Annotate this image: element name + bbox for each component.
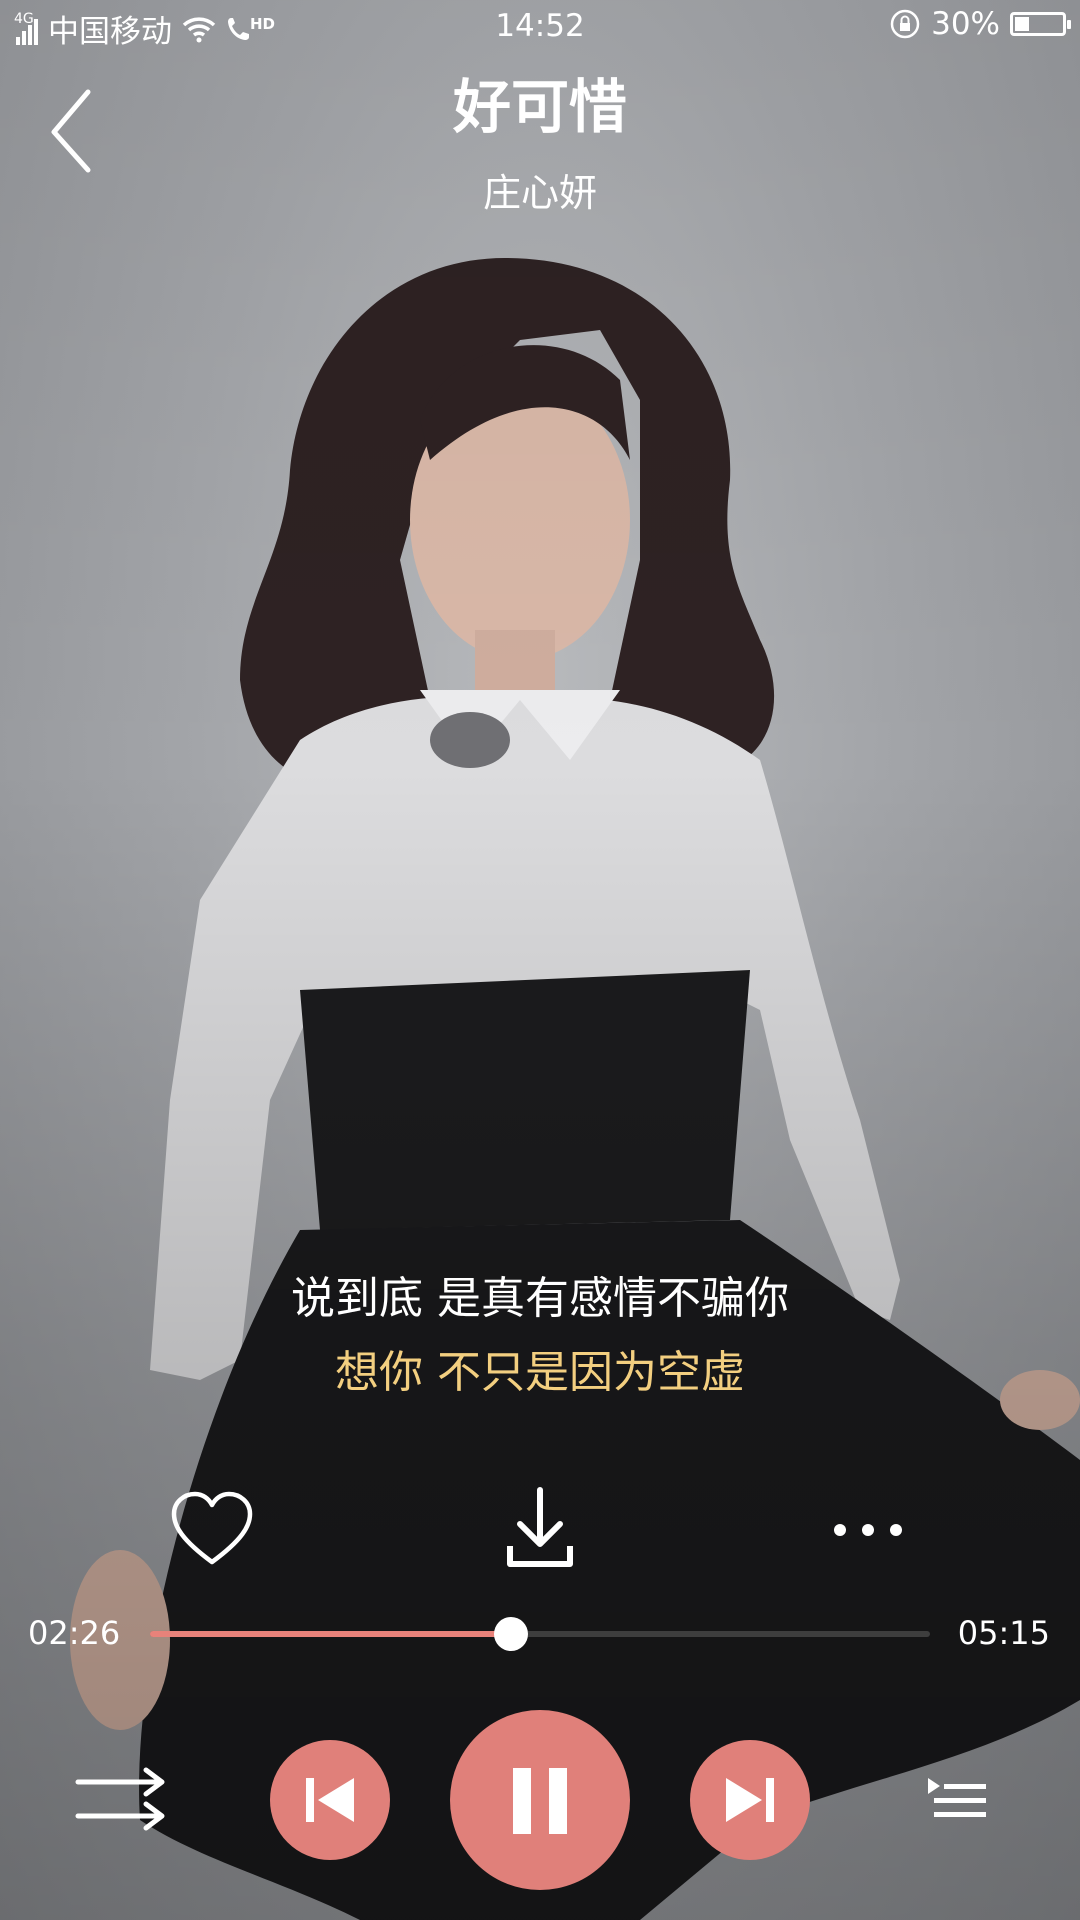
lyric-line[interactable]: 说到底 是真有感情不骗你 [0,1262,1080,1326]
previous-icon [306,1778,354,1822]
status-right: 30% [889,6,1071,42]
favorite-button[interactable] [162,1480,262,1580]
song-title: 好可惜 [452,73,627,141]
status-bar: 4G 中国移动 HD 14:52 30% [0,0,1080,56]
battery-icon [1010,12,1071,36]
battery-percent: 30% [931,6,1000,42]
playlist-button[interactable] [922,1770,992,1830]
progress-fill [150,1631,512,1637]
previous-button[interactable] [270,1740,390,1860]
progress-thumb[interactable] [494,1617,529,1651]
progress-bar[interactable] [150,1617,930,1651]
download-icon [507,1487,573,1567]
artist-name[interactable]: 庄心妍 [0,162,1080,217]
download-button[interactable] [490,1480,590,1580]
time-total: 05:15 [957,1614,1050,1652]
next-icon [726,1778,774,1822]
playlist-icon [928,1778,986,1817]
play-pause-button[interactable] [450,1710,630,1890]
pause-icon [513,1768,567,1834]
shuffle-icon [75,1767,165,1831]
time-elapsed: 02:26 [28,1614,121,1652]
lyric-line-current[interactable]: 想你 不只是因为空虚 [0,1336,1080,1400]
battery-level [1015,17,1029,31]
more-icon [834,1524,902,1536]
shuffle-button[interactable] [72,1760,172,1840]
more-button[interactable] [818,1480,918,1580]
rotation-lock-icon [890,9,920,39]
next-button[interactable] [690,1740,810,1860]
player-screen: 4G 中国移动 HD 14:52 30% 好可惜 庄心妍 说到底 是真有感情不骗… [0,0,1080,1920]
heart-icon [171,1491,253,1565]
